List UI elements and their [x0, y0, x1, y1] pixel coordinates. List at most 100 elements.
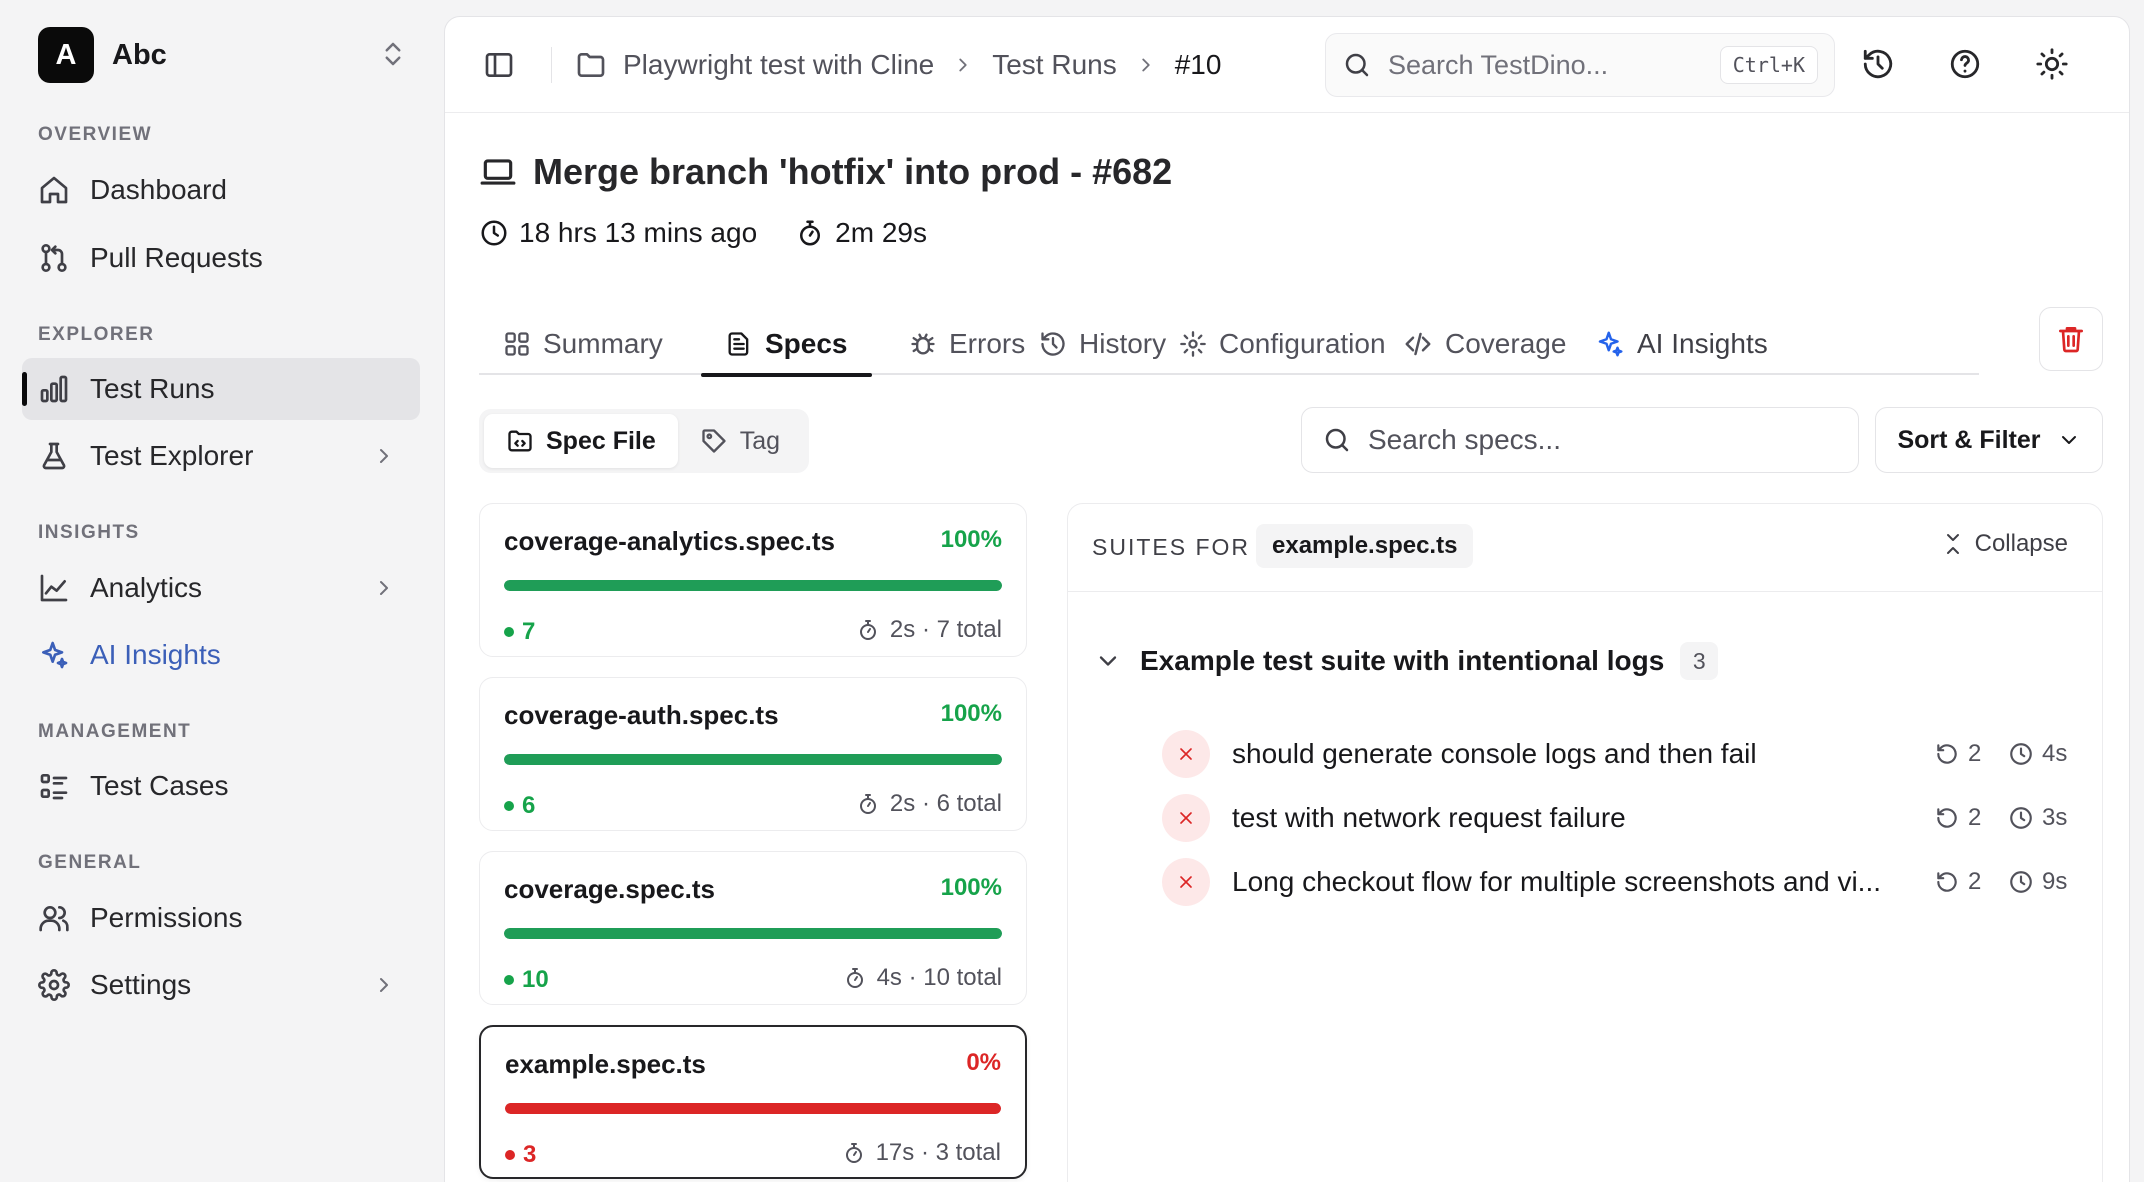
test-row[interactable]: should generate console logs and then fa…: [1162, 728, 2067, 780]
sidebar-item-permissions[interactable]: Permissions: [22, 887, 420, 949]
spec-pass-pct: 0%: [966, 1049, 1001, 1076]
tab-label: Configuration: [1219, 328, 1386, 359]
workspace-logo: A: [38, 27, 94, 83]
help-icon[interactable]: [1948, 47, 1982, 81]
sort-filter-label: Sort & Filter: [1897, 425, 2041, 454]
spec-search-input[interactable]: Search specs...: [1301, 407, 1859, 473]
grid-icon: [503, 330, 531, 358]
sidebar-item-test-runs[interactable]: Test Runs: [22, 358, 420, 420]
collapse-icon: [1941, 532, 1965, 556]
test-name: Long checkout flow for multiple screensh…: [1232, 866, 1882, 897]
test-row[interactable]: test with network request failure 2 3s: [1162, 792, 2067, 844]
sidebar-item-test-explorer[interactable]: Test Explorer: [22, 425, 420, 487]
duration-value: 4s: [2042, 740, 2068, 767]
bug-icon: [909, 330, 937, 358]
spec-count: 7: [504, 618, 535, 646]
tab-specs[interactable]: Specs: [701, 313, 872, 377]
sidebar-item-settings[interactable]: Settings: [22, 954, 420, 1016]
sidebar-toggle-icon[interactable]: [483, 49, 515, 81]
spec-total: 10 total: [923, 964, 1002, 991]
breadcrumb-test-runs[interactable]: Test Runs: [992, 49, 1117, 81]
spec-card[interactable]: coverage.spec.ts 100% 10 4s · 10 total: [479, 851, 1027, 1005]
gear-icon: [1179, 330, 1207, 358]
global-search-input[interactable]: Search TestDino... Ctrl+K: [1325, 33, 1835, 97]
breadcrumb: Playwright test with Cline Test Runs #10: [575, 47, 1221, 83]
tab-label: Summary: [543, 328, 663, 359]
chevron-down-icon: [1094, 647, 1122, 675]
stopwatch-icon: [842, 1141, 866, 1165]
spec-total: 7 total: [936, 616, 1002, 643]
chevron-right-icon: [1135, 54, 1157, 76]
gear-icon: [38, 969, 70, 1001]
search-placeholder: Search specs...: [1368, 424, 1561, 455]
history-icon[interactable]: [1861, 47, 1895, 81]
sparkles-icon: [38, 639, 70, 671]
spec-duration: 4s: [876, 964, 902, 991]
sort-filter-button[interactable]: Sort & Filter: [1875, 407, 2103, 473]
tab-coverage[interactable]: Coverage: [1379, 313, 1590, 375]
divider: [551, 47, 552, 83]
section-label-explorer: EXPLORER: [38, 324, 155, 345]
spec-progress-bar: [504, 754, 1002, 765]
collapse-button[interactable]: Collapse: [1941, 530, 2068, 558]
sidebar-item-label: Pull Requests: [90, 242, 263, 273]
tab-label: Errors: [949, 328, 1026, 359]
tab-summary[interactable]: Summary: [479, 313, 687, 375]
theme-toggle-sun-icon[interactable]: [2035, 47, 2069, 81]
spec-count: 10: [504, 966, 549, 994]
test-row[interactable]: Long checkout flow for multiple screensh…: [1162, 856, 2067, 908]
toggle-spec-file[interactable]: Spec File: [484, 414, 678, 468]
sidebar-item-analytics[interactable]: Analytics: [22, 557, 420, 619]
spec-count: 6: [504, 792, 535, 820]
toggle-label: Tag: [739, 426, 781, 455]
spec-card[interactable]: coverage-auth.spec.ts 100% 6 2s · 6 tota…: [479, 677, 1027, 831]
section-label-general: GENERAL: [38, 852, 142, 873]
spec-duration: 17s: [875, 1139, 915, 1166]
fail-x-icon: [1162, 730, 1210, 778]
retry-icon: [1934, 869, 1960, 895]
history-icon: [1039, 330, 1067, 358]
collapse-label: Collapse: [1974, 530, 2068, 557]
sidebar-item-label: Test Runs: [90, 373, 215, 404]
run-meta: 18 hrs 13 mins ago 2m 29s: [479, 217, 927, 249]
retries-count: 2: [1968, 868, 1982, 895]
spec-card[interactable]: example.spec.ts 0% 3 17s · 3 total: [479, 1025, 1027, 1179]
chevrons-up-down-icon[interactable]: [378, 39, 408, 69]
run-time-ago: 18 hrs 13 mins ago: [519, 217, 758, 248]
delete-run-button[interactable]: [2039, 307, 2103, 371]
suites-header: SUITES FOR example.spec.ts Collapse: [1068, 504, 2102, 592]
toggle-tag[interactable]: Tag: [678, 414, 802, 468]
sidebar-item-pull-requests[interactable]: Pull Requests: [22, 227, 420, 289]
section-label-insights: INSIGHTS: [38, 522, 140, 543]
stopwatch-icon: [856, 792, 880, 816]
sidebar-item-label: Dashboard: [90, 174, 227, 205]
status-dot: [504, 801, 514, 811]
test-retries: 2: [1934, 804, 1981, 832]
spec-progress-fill: [504, 580, 1002, 591]
folder-icon: [575, 49, 607, 81]
stopwatch-icon: [795, 218, 825, 248]
sidebar-item-ai-insights[interactable]: AI Insights: [22, 624, 420, 686]
spec-name: coverage-auth.spec.ts: [504, 700, 779, 730]
search-icon: [1342, 50, 1372, 80]
folder-icon: [506, 427, 534, 455]
suite-header[interactable]: Example test suite with intentional logs…: [1094, 642, 1719, 680]
breadcrumb-project[interactable]: Playwright test with Cline: [623, 49, 934, 81]
sidebar-item-dashboard[interactable]: Dashboard: [22, 159, 420, 221]
tab-configuration[interactable]: Configuration: [1155, 313, 1410, 375]
test-duration: 9s: [2008, 868, 2067, 896]
stopwatch-icon: [856, 618, 880, 642]
keyboard-shortcut: Ctrl+K: [1719, 46, 1818, 84]
clock-icon: [2008, 805, 2034, 831]
sidebar-item-test-cases[interactable]: Test Cases: [22, 755, 420, 817]
tab-label: AI Insights: [1637, 328, 1768, 359]
spec-progress-bar: [505, 1103, 1001, 1114]
suite-test-count: 3: [1680, 642, 1719, 680]
tab-bar: Summary Specs Errors History Configurati…: [479, 313, 1979, 377]
workspace-switcher[interactable]: A Abc: [38, 27, 408, 83]
tab-ai-insights[interactable]: AI Insights: [1571, 313, 1792, 375]
spec-card[interactable]: coverage-analytics.spec.ts 100% 7 2s · 7…: [479, 503, 1027, 657]
spec-progress-fill: [505, 1103, 1001, 1114]
sidebar-item-label: AI Insights: [90, 639, 221, 670]
tab-label: History: [1079, 328, 1167, 359]
